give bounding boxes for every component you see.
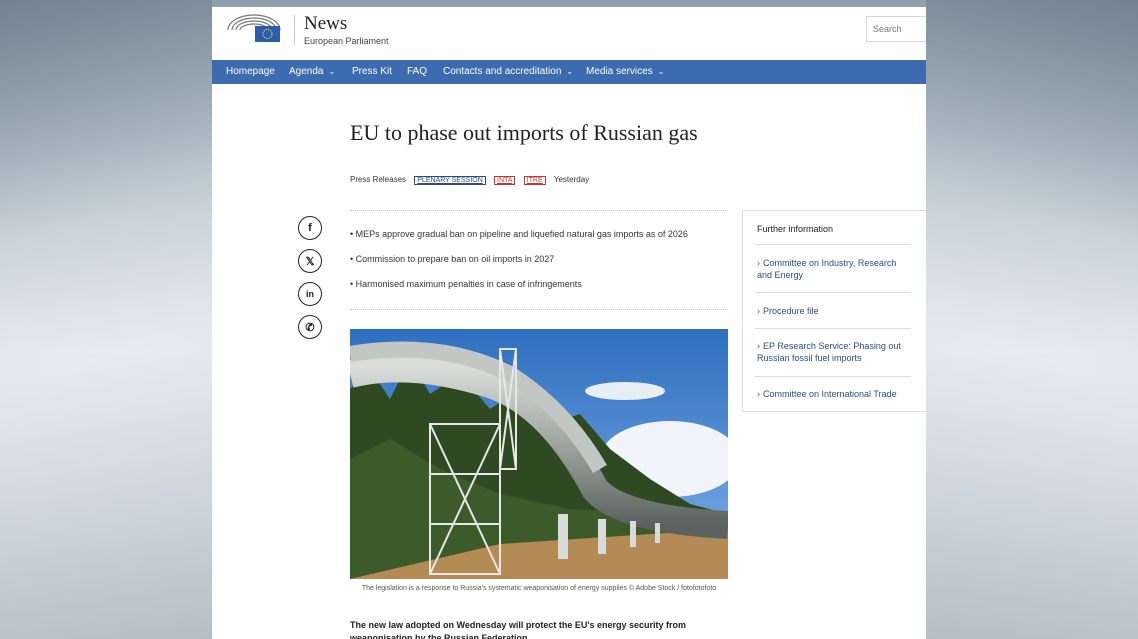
- further-info-link-label: Procedure file: [763, 306, 819, 316]
- further-info-link[interactable]: › Committee on Industry, Research and Ene…: [757, 257, 913, 281]
- site-subtitle: European Parliament: [304, 36, 389, 46]
- nav-item-agenda[interactable]: Agenda ⌄: [289, 60, 335, 84]
- nav-item-label: FAQ: [407, 66, 428, 77]
- nav-item-label: Media services: [586, 66, 653, 77]
- further-info-link-label: Committee on Industry, Research and Ener…: [757, 258, 897, 280]
- share-glyph: in: [306, 289, 314, 299]
- search-input[interactable]: [866, 16, 926, 42]
- tag-itre[interactable]: ITRE: [523, 176, 546, 185]
- nav-item-label: Agenda: [289, 66, 324, 77]
- nav-item-press-kit[interactable]: Press Kit: [352, 60, 392, 84]
- divider: [755, 376, 911, 377]
- linkedin-icon[interactable]: in: [298, 282, 322, 306]
- further-info-link-label: Committee on International Trade: [763, 389, 897, 399]
- highlight-text: MEPs approve gradual ban on pipeline and…: [355, 229, 688, 239]
- highlight-text: Commission to prepare ban on oil imports…: [355, 254, 555, 264]
- divider: [755, 292, 911, 293]
- site-header: News European Parliament: [212, 7, 926, 60]
- further-info-link[interactable]: › EP Research Service: Phasing out Russia…: [757, 340, 913, 364]
- background-right: [926, 0, 1138, 639]
- further-information-panel: Further information › Committee on Indust…: [742, 210, 926, 412]
- chevron-right-icon: ›: [757, 341, 760, 351]
- divider: [755, 328, 911, 329]
- article-type: Press Releases: [350, 175, 407, 184]
- highlight-item: • Commission to prepare ban on oil impor…: [350, 254, 555, 264]
- chevron-down-icon: ⌄: [328, 67, 336, 76]
- chevron-right-icon: ›: [757, 258, 760, 268]
- background-left: [0, 0, 212, 639]
- nav-item-homepage[interactable]: Homepage: [226, 60, 275, 84]
- highlight-item: • MEPs approve gradual ban on pipeline a…: [350, 229, 688, 239]
- pipeline-photo: [350, 329, 728, 579]
- chevron-right-icon: ›: [757, 389, 760, 399]
- site-title[interactable]: News: [304, 13, 347, 35]
- share-glyph: f: [308, 222, 312, 234]
- article-title: EU to phase out imports of Russian gas: [350, 120, 698, 145]
- article-lead: The new law adopted on Wednesday will pr…: [350, 620, 687, 639]
- further-information-title: Further information: [757, 224, 834, 234]
- divider: [350, 309, 728, 310]
- nav-item-label: Press Kit: [352, 66, 393, 77]
- x-icon[interactable]: 𝕏: [298, 249, 322, 273]
- share-glyph: 𝕏: [305, 255, 315, 268]
- article-date: Yesterday: [553, 175, 590, 184]
- european-parliament-logo[interactable]: [226, 13, 282, 43]
- nav-item-faq[interactable]: FAQ: [407, 60, 427, 84]
- chevron-right-icon: ›: [757, 306, 760, 316]
- article-meta: Press Releases PLENARY SESSION INTA ITRE…: [350, 175, 595, 185]
- main-navigation: Homepage Agenda ⌄ Press Kit FAQ Contacts …: [212, 60, 926, 84]
- facebook-icon[interactable]: f: [298, 216, 322, 240]
- logo-divider: [294, 15, 295, 45]
- whatsapp-icon[interactable]: ✆: [298, 315, 322, 339]
- share-glyph: ✆: [305, 321, 315, 334]
- highlight-text: Harmonised maximum penalties in case of …: [355, 279, 582, 289]
- further-info-link-label: EP Research Service: Phasing out Russian…: [757, 341, 901, 363]
- nav-item-contacts[interactable]: Contacts and accreditation ⌄: [443, 60, 573, 84]
- chevron-down-icon: ⌄: [566, 67, 574, 76]
- nav-item-label: Contacts and accreditation: [443, 66, 562, 77]
- web-page: News European Parliament Homepage Agenda…: [212, 7, 926, 639]
- nav-item-label: Homepage: [226, 66, 275, 77]
- tag-inta[interactable]: INTA: [494, 176, 516, 185]
- chevron-down-icon: ⌄: [657, 67, 665, 76]
- tag-plenary-session[interactable]: PLENARY SESSION: [414, 176, 486, 185]
- nav-item-media-services[interactable]: Media services ⌄: [586, 60, 664, 84]
- divider: [350, 210, 728, 211]
- further-info-link[interactable]: › Procedure file: [757, 305, 913, 317]
- divider: [755, 244, 911, 245]
- image-caption: The legislation is a response to Russia'…: [361, 585, 717, 592]
- highlight-item: • Harmonised maximum penalties in case o…: [350, 279, 582, 289]
- further-info-link[interactable]: › Committee on International Trade: [757, 388, 913, 400]
